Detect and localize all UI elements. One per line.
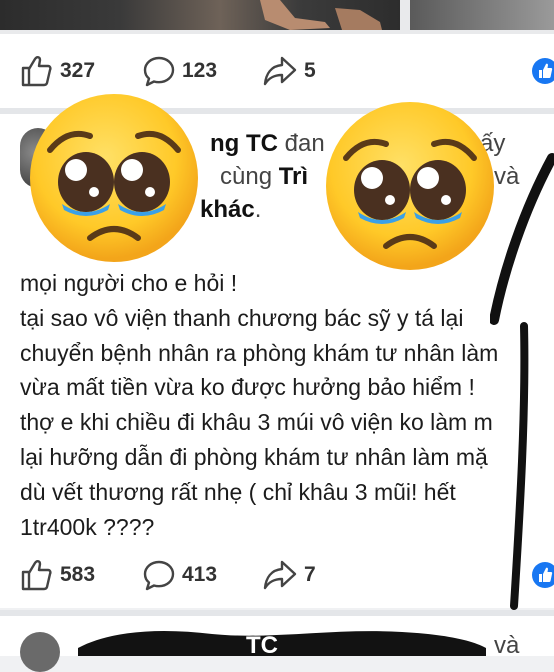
author-suffix: đan <box>284 130 325 157</box>
reaction-badge-icon <box>532 58 554 84</box>
comment-button[interactable]: 413 <box>142 538 217 612</box>
with-text: cùng <box>220 163 273 190</box>
previous-post-photo[interactable] <box>0 0 554 34</box>
author-name: ng TC <box>210 130 278 157</box>
tagged-name[interactable]: Trì <box>279 163 308 190</box>
share-button[interactable]: 7 <box>262 538 316 612</box>
redaction-scribble <box>78 630 486 656</box>
reaction-badge-icon <box>532 562 554 588</box>
next-author-avatar[interactable] <box>20 632 60 672</box>
comment-icon <box>143 56 175 87</box>
others-line[interactable]: khác. <box>200 196 261 224</box>
like-count: 327 <box>60 59 96 82</box>
share-icon <box>263 560 297 590</box>
share-icon <box>263 56 297 86</box>
pleading-face-emoji-2 <box>326 102 494 270</box>
period: . <box>254 196 262 223</box>
comment-count: 123 <box>182 59 218 82</box>
like-icon <box>21 56 52 87</box>
share-count: 5 <box>304 59 316 82</box>
photo-feet <box>260 0 382 30</box>
comment-count: 413 <box>182 563 218 586</box>
photo-right <box>410 0 554 30</box>
share-button[interactable]: 5 <box>262 34 316 108</box>
post-body-text: mọi người cho e hỏi ! tại sao vô viện th… <box>20 270 499 540</box>
tag-line: cùng Trì <box>220 163 308 191</box>
post-main-actions: 583 413 7 <box>0 538 554 612</box>
pleading-face-emoji-1 <box>30 94 198 262</box>
comment-icon <box>143 560 175 591</box>
like-count: 583 <box>60 563 96 586</box>
author-name-line[interactable]: ng TC đan <box>210 130 325 158</box>
like-icon <box>21 560 52 591</box>
like-button[interactable]: 583 <box>20 538 95 612</box>
share-count: 7 <box>304 563 316 586</box>
others-link: khác <box>200 196 255 223</box>
